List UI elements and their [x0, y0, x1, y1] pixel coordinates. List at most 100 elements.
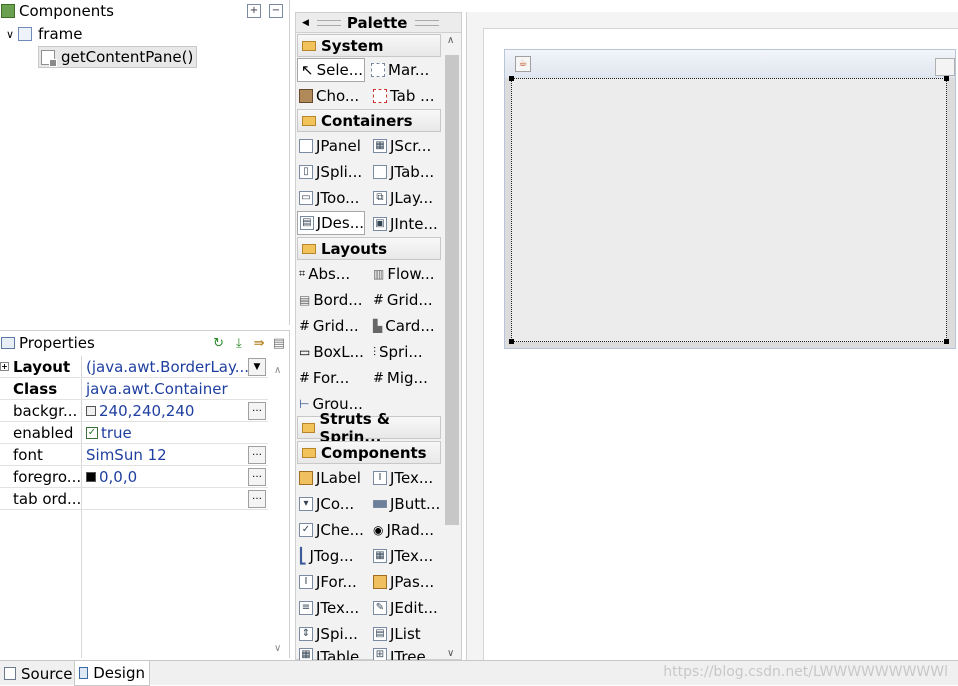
- palette-category-struts-springs[interactable]: Struts & Sprin...: [297, 410, 441, 446]
- properties-scrollbar[interactable]: ∧ ∨: [270, 355, 288, 658]
- property-value[interactable]: ✓ true: [82, 424, 268, 442]
- palette-item-mig-layout[interactable]: # Mig...: [373, 366, 428, 390]
- property-row-foreground[interactable]: foregro... 0,0,0 …: [0, 466, 268, 488]
- palette-item-flow-layout[interactable]: ▥ Flow...: [373, 262, 435, 286]
- palette-item-jlabel[interactable]: JLabel: [299, 466, 361, 490]
- palette-item-form-layout[interactable]: # For...: [299, 366, 349, 390]
- palette-item-jlayeredpane[interactable]: ⧉ JLay...: [373, 186, 433, 210]
- expand-all-icon[interactable]: +: [247, 4, 261, 18]
- palette-item-tab-order[interactable]: Tab ...: [373, 84, 434, 108]
- scroll-down-icon[interactable]: ∨: [447, 648, 454, 659]
- watermark-text: https://blog.csdn.net/LWWWWWWWWWl: [663, 664, 948, 680]
- palette-category-system[interactable]: System: [297, 34, 441, 57]
- scroll-up-icon[interactable]: ∧: [447, 35, 454, 46]
- property-value[interactable]: 0,0,0: [82, 468, 248, 486]
- scroll-up-icon[interactable]: ∧: [274, 365, 281, 376]
- category-label: System: [321, 36, 384, 55]
- goto-definition-icon[interactable]: ⤓: [236, 336, 242, 351]
- palette-item-jcheckbox[interactable]: ✓ JChe...: [299, 518, 364, 542]
- palette-item-jlist[interactable]: ▤ JList: [373, 622, 421, 646]
- palette-item-jinternalframe[interactable]: ▣ JInte...: [373, 212, 438, 236]
- palette-category-components[interactable]: Components: [297, 441, 441, 464]
- checkbox-checked-icon[interactable]: ✓: [86, 426, 98, 439]
- tree-node-frame[interactable]: ∨ frame: [2, 23, 83, 45]
- palette-item-absolute-layout[interactable]: ⌗ Abs...: [299, 262, 350, 286]
- palette-item-jtogglebutton[interactable]: ⎣ JTog...: [299, 544, 354, 568]
- show-advanced-icon[interactable]: ⇛: [254, 336, 265, 351]
- content-pane-selected[interactable]: [509, 76, 949, 344]
- collapse-all-icon[interactable]: −: [269, 4, 283, 18]
- chevron-down-icon[interactable]: ∨: [2, 28, 18, 41]
- tree-node-content-pane[interactable]: getContentPane(): [38, 46, 198, 68]
- palette-item-jtextarea[interactable]: ▦ JTex...: [373, 544, 433, 568]
- tab-source[interactable]: Source: [0, 661, 77, 686]
- jlist-icon: ▤: [373, 627, 387, 641]
- palette-item-selection[interactable]: ↖ Sele...: [297, 58, 365, 82]
- property-value[interactable]: java.awt.Container: [82, 380, 268, 398]
- property-key: backgr...: [0, 400, 82, 421]
- property-row-layout[interactable]: + Layout (java.awt.BorderLay... ▼: [0, 356, 268, 378]
- palette-item-gridbag-layout[interactable]: # Grid...: [299, 314, 359, 338]
- palette-item-border-layout[interactable]: ▤ Bord...: [299, 288, 363, 312]
- frame-title-bar[interactable]: ☕: [505, 50, 955, 78]
- dropdown-icon[interactable]: ▼: [248, 357, 266, 376]
- border-layout-icon: ▤: [299, 293, 311, 307]
- canvas-area[interactable]: ☕: [483, 28, 958, 660]
- palette-item-marquee[interactable]: Mar...: [371, 58, 429, 82]
- expand-icon[interactable]: +: [0, 362, 9, 371]
- jframe-preview[interactable]: ☕: [504, 49, 956, 349]
- scroll-down-icon[interactable]: ∨: [274, 643, 281, 654]
- restore-default-icon[interactable]: ▤: [273, 336, 285, 351]
- palette-item-jeditorpane[interactable]: ✎ JEdit...: [373, 596, 438, 620]
- palette-item-label: JToo...: [316, 189, 360, 207]
- palette-item-grid-layout[interactable]: # Grid...: [373, 288, 433, 312]
- palette-category-layouts[interactable]: Layouts: [297, 237, 441, 260]
- design-canvas[interactable]: ☕: [466, 12, 958, 660]
- property-row-class[interactable]: Class java.awt.Container: [0, 378, 268, 400]
- palette-item-card-layout[interactable]: ▙ Card...: [373, 314, 435, 338]
- palette-item-jradiobutton[interactable]: ◉ JRad...: [373, 518, 434, 542]
- palette-item-choose[interactable]: Cho...: [299, 84, 359, 108]
- palette-item-jtable[interactable]: ▦ JTable: [299, 648, 359, 660]
- palette-item-jsplitpane[interactable]: ▯ JSpli...: [299, 160, 362, 184]
- palette-scrollbar[interactable]: ∧ ∨: [443, 33, 461, 659]
- resize-handle[interactable]: [944, 339, 949, 344]
- palette-item-jtree[interactable]: ⊞ JTree: [373, 648, 426, 660]
- palette-item-jpasswordfield[interactable]: JPas...: [373, 570, 434, 594]
- palette-item-jtextpane[interactable]: ≡ JTex...: [299, 596, 359, 620]
- resize-handle[interactable]: [944, 76, 949, 81]
- palette-item-jtabbedpane[interactable]: JTab...: [373, 160, 434, 184]
- minimize-icon[interactable]: [935, 58, 955, 76]
- palette-item-jdesktoppane[interactable]: ▤ JDes...: [297, 211, 365, 235]
- collapse-palette-icon[interactable]: ◀: [302, 18, 309, 28]
- property-value[interactable]: 240,240,240: [82, 402, 248, 420]
- mig-layout-icon: #: [373, 370, 384, 386]
- ellipsis-button[interactable]: …: [248, 445, 266, 464]
- property-row-enabled[interactable]: enabled ✓ true: [0, 422, 268, 444]
- palette-item-jcombobox[interactable]: ▾ JCo...: [299, 492, 354, 516]
- palette-category-containers[interactable]: Containers: [297, 109, 441, 132]
- scrollbar-thumb[interactable]: [445, 55, 459, 525]
- ellipsis-button[interactable]: …: [248, 467, 266, 486]
- property-value[interactable]: SimSun 12: [82, 446, 248, 464]
- property-value[interactable]: (java.awt.BorderLay...: [82, 358, 248, 376]
- palette-item-jtoolbar[interactable]: ▭ JToo...: [299, 186, 359, 210]
- palette-item-jtextfield[interactable]: I JTex...: [373, 466, 433, 490]
- palette-item-jspinner[interactable]: ⇕ JSpi...: [299, 622, 358, 646]
- palette-item-spring-layout[interactable]: ⫶ Spri...: [373, 340, 423, 364]
- palette-item-jbutton[interactable]: JButt...: [373, 492, 440, 516]
- ellipsis-button[interactable]: …: [248, 489, 266, 508]
- palette-item-label: JList: [390, 625, 421, 643]
- ellipsis-button[interactable]: …: [248, 401, 266, 420]
- resize-handle[interactable]: [509, 339, 514, 344]
- palette-item-jscrollpane[interactable]: ▦ JScr...: [373, 134, 431, 158]
- property-row-font[interactable]: font SimSun 12 …: [0, 444, 268, 466]
- resize-handle[interactable]: [509, 76, 514, 81]
- property-row-background[interactable]: backgr... 240,240,240 …: [0, 400, 268, 422]
- show-events-icon[interactable]: ↻: [213, 336, 224, 351]
- palette-item-jpanel[interactable]: JPanel: [299, 134, 361, 158]
- palette-item-box-layout[interactable]: ▭ BoxL...: [299, 340, 364, 364]
- palette-item-jformattedtextfield[interactable]: I JFor...: [299, 570, 357, 594]
- tab-design[interactable]: Design: [74, 661, 150, 686]
- property-row-tab-order[interactable]: tab ord... …: [0, 488, 268, 510]
